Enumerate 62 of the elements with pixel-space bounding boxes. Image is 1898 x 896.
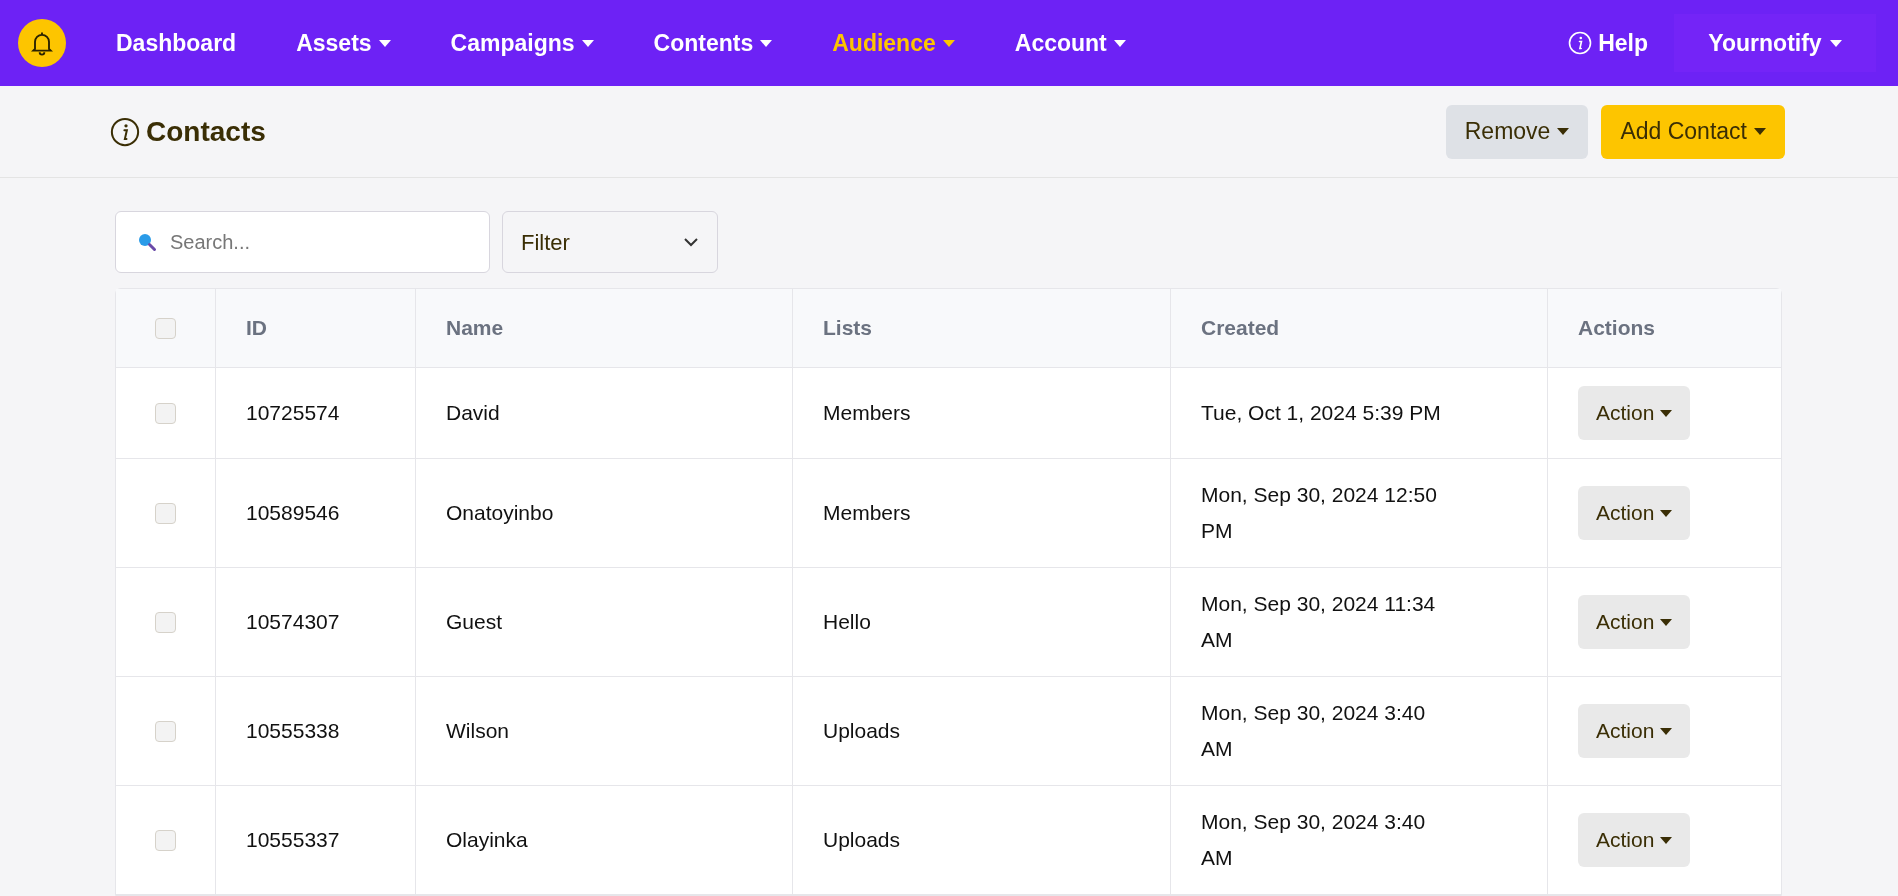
- table-cell-text: Tue, Oct 1, 2024 5:39 PM: [1201, 400, 1441, 426]
- nav-link[interactable]: Assets: [296, 25, 391, 61]
- table-cell-text: 10555338: [246, 718, 340, 744]
- table-cell-text: Olayinka: [446, 827, 528, 853]
- table-cell-text: Mon, Sep 30, 2024 12:50 PM: [1201, 482, 1438, 544]
- table-cell-text: Mon, Sep 30, 2024 3:40 AM: [1201, 700, 1427, 762]
- checkbox[interactable]: [155, 317, 176, 339]
- table-cell-text: Uploads: [823, 827, 901, 853]
- table-cell-text: Wilson: [446, 718, 509, 744]
- nav-link[interactable]: Audience: [832, 25, 955, 61]
- info-icon: [110, 116, 140, 147]
- table-cell-text: 10589546: [246, 500, 340, 526]
- checkbox[interactable]: [155, 402, 176, 424]
- caret-icon: [1660, 836, 1673, 844]
- remove-button[interactable]: Remove: [1445, 104, 1589, 159]
- checkbox[interactable]: [155, 829, 176, 851]
- checkbox[interactable]: [155, 502, 176, 524]
- nav-link[interactable]: Contents: [653, 25, 773, 61]
- column-header: Lists: [823, 315, 872, 342]
- filter-dropdown[interactable]: Filter: [502, 211, 718, 273]
- table-cell-text: 10574307: [246, 609, 340, 635]
- table-cell-text: Members: [823, 500, 911, 526]
- search-field[interactable]: Search...: [115, 211, 490, 273]
- bell-logo-icon[interactable]: [18, 19, 66, 67]
- table-cell-text: David: [446, 400, 500, 426]
- column-header: ID: [246, 315, 267, 342]
- table-cell-text: 10555337: [246, 827, 340, 853]
- action-button[interactable]: Action: [1578, 486, 1691, 540]
- nav-link[interactable]: Campaigns: [450, 25, 594, 61]
- caret-icon: [1660, 509, 1673, 517]
- action-button[interactable]: Action: [1578, 595, 1691, 649]
- action-button[interactable]: Action: [1578, 813, 1691, 867]
- nav-link[interactable]: Account: [1014, 25, 1126, 61]
- caret-icon: [1557, 128, 1570, 135]
- nav-link[interactable]: Dashboard: [116, 25, 237, 61]
- column-header: Actions: [1578, 315, 1655, 342]
- caret-icon: [1754, 128, 1766, 135]
- table-cell-text: Onatoyinbo: [446, 500, 554, 526]
- column-header: Name: [446, 315, 504, 342]
- caret-icon: [1660, 727, 1673, 735]
- table-cell-text: Hello: [823, 609, 871, 635]
- chevron-down-icon: [683, 237, 699, 247]
- action-button[interactable]: Action: [1578, 386, 1691, 440]
- page-title: Contacts: [146, 114, 266, 149]
- help-link[interactable]: Help: [1568, 25, 1648, 61]
- action-button[interactable]: Action: [1578, 704, 1691, 758]
- caret-icon: [1829, 39, 1842, 47]
- caret-icon: [1660, 618, 1673, 626]
- table-cell-text: Guest: [446, 609, 503, 635]
- add-contact-button[interactable]: Add Contact: [1601, 104, 1785, 159]
- table-cell-text: Members: [823, 400, 911, 426]
- checkbox[interactable]: [155, 611, 176, 633]
- table-cell-text: 10725574: [246, 400, 340, 426]
- column-header: Created: [1201, 315, 1280, 342]
- table-cell-text: Mon, Sep 30, 2024 3:40 AM: [1201, 809, 1427, 871]
- info-icon: [1568, 31, 1593, 55]
- table-cell-text: Uploads: [823, 718, 901, 744]
- checkbox[interactable]: [155, 720, 176, 742]
- search-icon: [137, 232, 157, 252]
- table-cell-text: Mon, Sep 30, 2024 11:34 AM: [1201, 591, 1437, 653]
- account-menu-button[interactable]: Yournotify: [1674, 14, 1876, 72]
- caret-icon: [1660, 409, 1673, 417]
